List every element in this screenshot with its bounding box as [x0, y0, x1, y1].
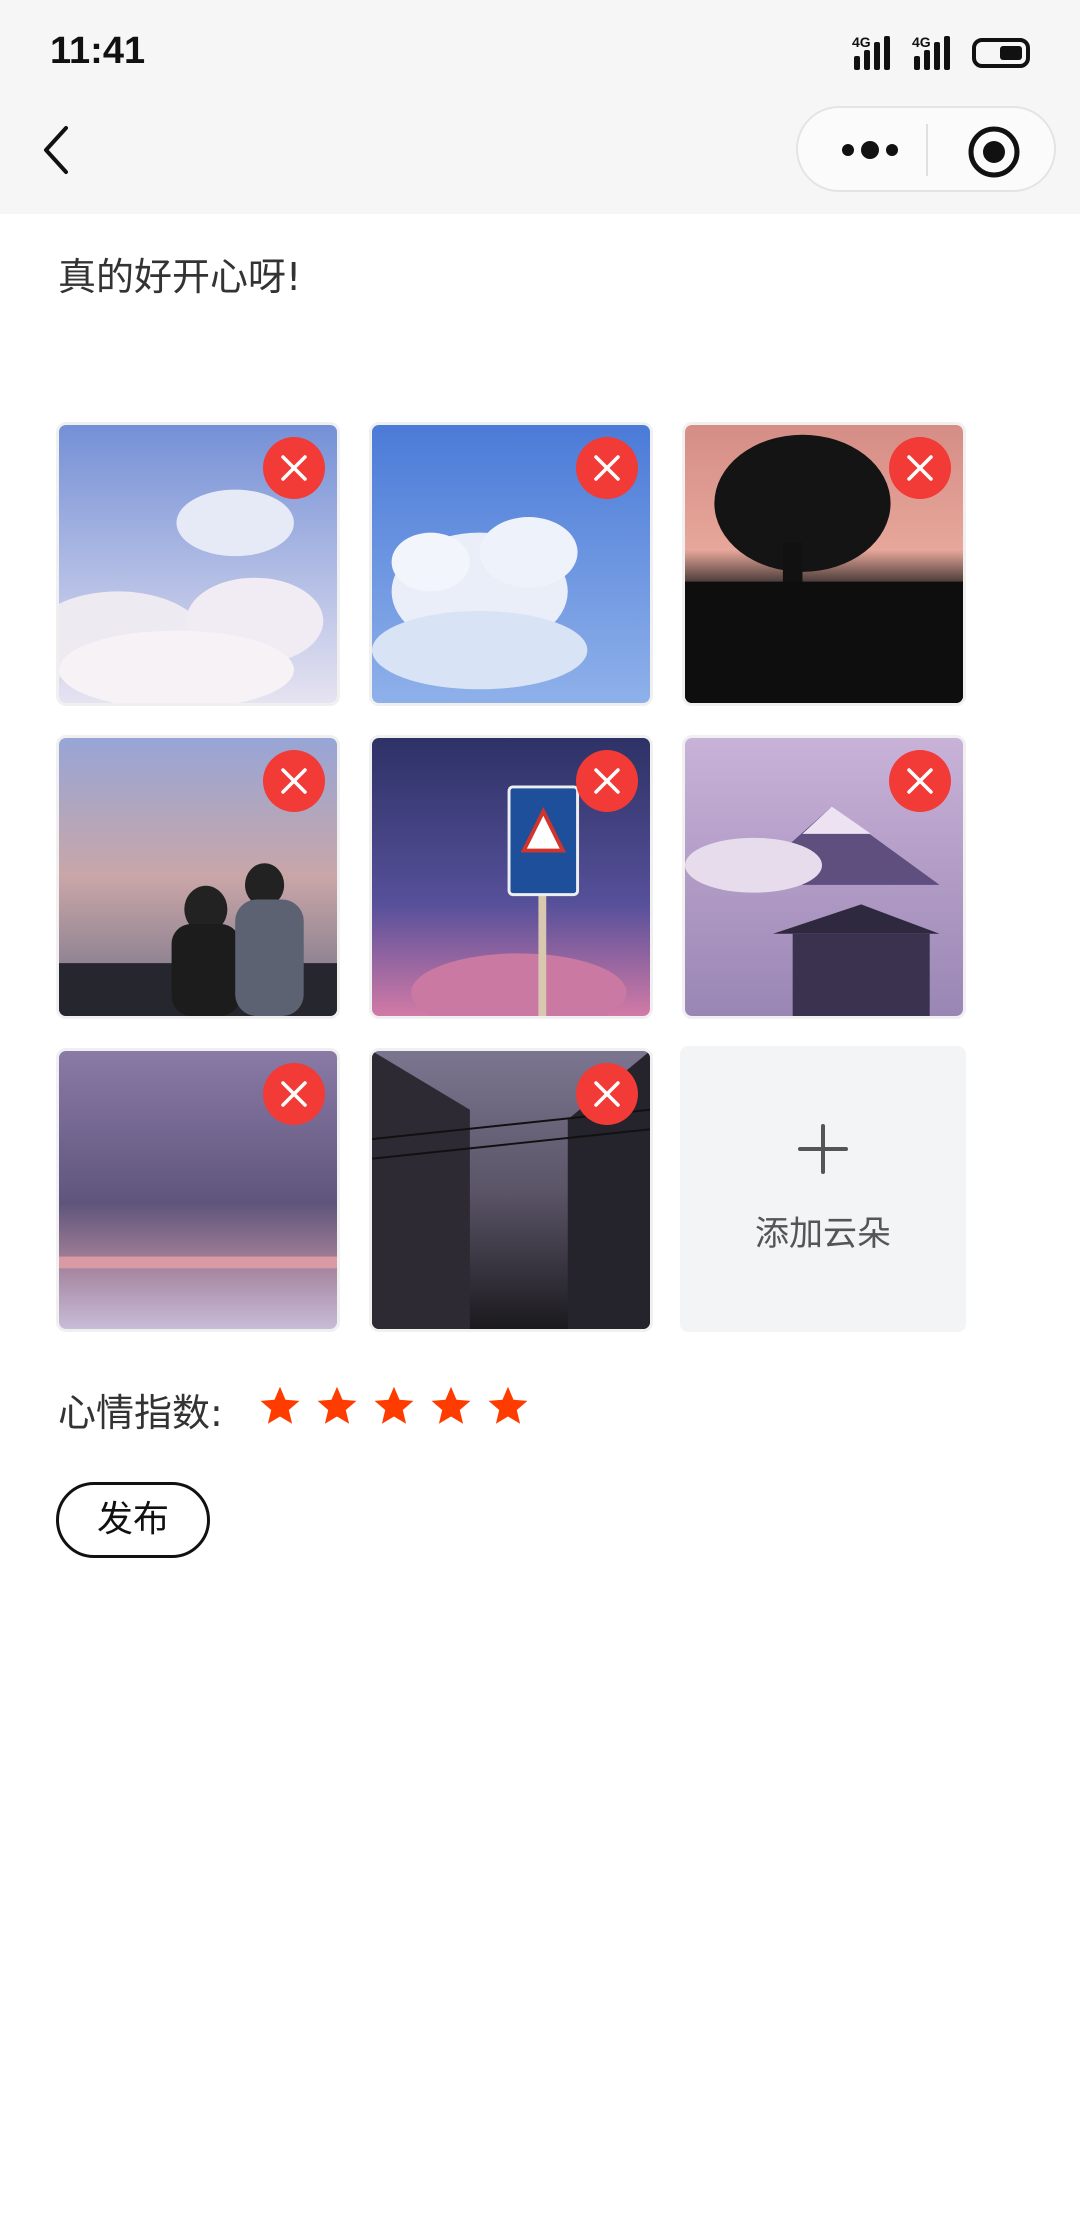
- star-icon[interactable]: [315, 1384, 359, 1428]
- delete-image-button[interactable]: [576, 437, 638, 499]
- target-icon[interactable]: [966, 124, 1022, 180]
- image-tile[interactable]: [682, 422, 966, 706]
- post-text[interactable]: 真的好开心呀!: [58, 246, 301, 301]
- star-icon[interactable]: [429, 1384, 473, 1428]
- image-tile[interactable]: [369, 1048, 653, 1332]
- image-tile[interactable]: [369, 735, 653, 1019]
- capsule-divider: [926, 124, 928, 176]
- image-tile[interactable]: [56, 1048, 340, 1332]
- publish-button[interactable]: 发布: [56, 1482, 210, 1558]
- capsule-menu: [796, 106, 1056, 192]
- star-icon[interactable]: [258, 1384, 302, 1428]
- image-tile[interactable]: [369, 422, 653, 706]
- image-tile[interactable]: [682, 735, 966, 1019]
- delete-image-button[interactable]: [263, 1063, 325, 1125]
- plus-icon: [798, 1124, 848, 1174]
- add-image-label: 添加云朵: [755, 1214, 891, 1254]
- more-icon[interactable]: [836, 132, 946, 168]
- nav-bar: [0, 100, 1080, 214]
- delete-image-button[interactable]: [889, 437, 951, 499]
- star-rating[interactable]: [258, 1384, 558, 1432]
- add-image-button[interactable]: 添加云朵: [680, 1046, 966, 1332]
- back-icon[interactable]: [38, 120, 78, 180]
- mood-label: 心情指数:: [58, 1391, 223, 1435]
- delete-image-button[interactable]: [263, 750, 325, 812]
- status-bar: 11:41 4G 4G: [0, 0, 1080, 100]
- star-icon[interactable]: [372, 1384, 416, 1428]
- battery-icon: [972, 38, 1030, 68]
- delete-image-button[interactable]: [263, 437, 325, 499]
- delete-image-button[interactable]: [889, 750, 951, 812]
- star-icon[interactable]: [486, 1384, 530, 1428]
- image-grid: 添加云朵: [56, 422, 968, 1334]
- image-tile[interactable]: [56, 422, 340, 706]
- image-tile[interactable]: [56, 735, 340, 1019]
- delete-image-button[interactable]: [576, 1063, 638, 1125]
- delete-image-button[interactable]: [576, 750, 638, 812]
- status-time: 11:41: [50, 30, 146, 72]
